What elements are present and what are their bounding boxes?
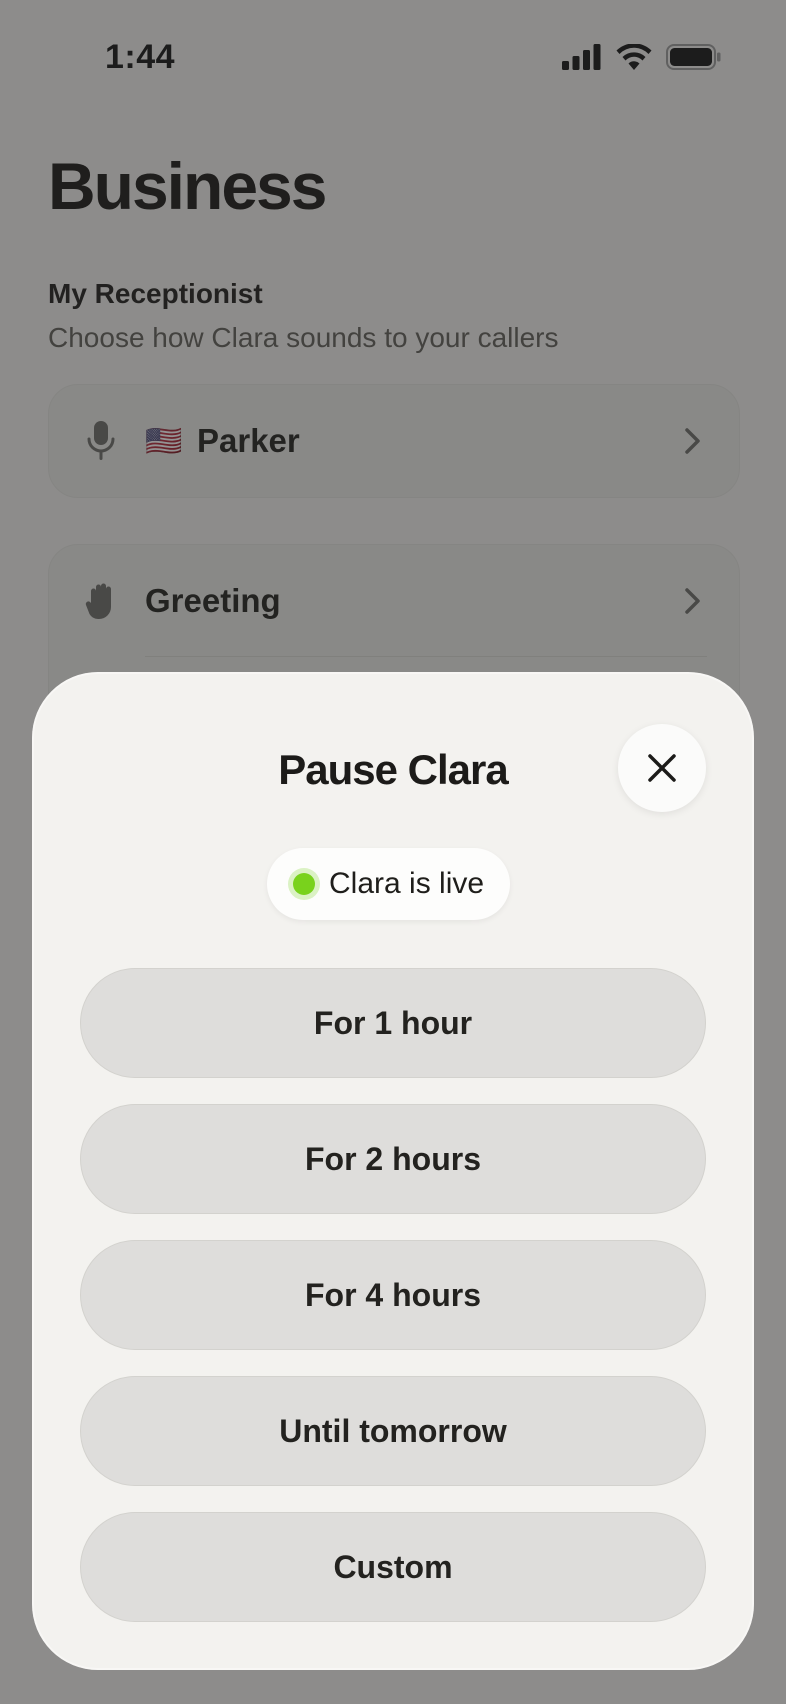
pause-sheet: Pause Clara Clara is live For 1 hour For… — [32, 672, 754, 1670]
live-status-text: Clara is live — [329, 867, 485, 900]
close-icon — [648, 754, 676, 782]
live-status-dot — [293, 873, 315, 895]
pause-4-hours-button[interactable]: For 4 hours — [80, 1240, 706, 1350]
pause-1-hour-button[interactable]: For 1 hour — [80, 968, 706, 1078]
pause-custom-button[interactable]: Custom — [80, 1512, 706, 1622]
business-screen: 1:44 Business My Receptionist Choose how… — [0, 0, 786, 1704]
pause-2-hours-button[interactable]: For 2 hours — [80, 1104, 706, 1214]
pause-options: For 1 hour For 2 hours For 4 hours Until… — [80, 968, 706, 1648]
pause-until-tomorrow-button[interactable]: Until tomorrow — [80, 1376, 706, 1486]
close-button[interactable] — [618, 724, 706, 812]
live-status-badge: Clara is live — [267, 848, 511, 920]
